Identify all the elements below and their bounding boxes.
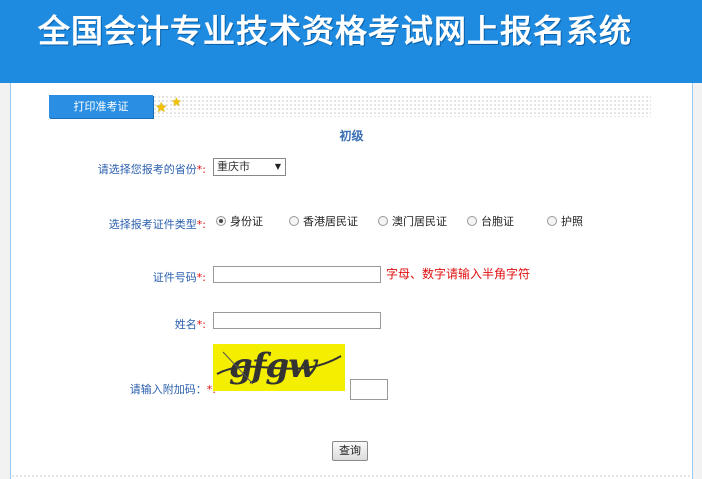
radio-id-card[interactable]: 身份证 <box>216 213 263 231</box>
required-mark: *: <box>196 163 206 176</box>
header-banner: 全国会计专业技术资格考试网上报名系统 <box>0 0 702 83</box>
star-icon: ★ <box>155 100 168 116</box>
radio-passport[interactable]: 护照 <box>547 213 583 231</box>
radio-icon[interactable] <box>378 216 388 226</box>
captcha-noise <box>216 351 342 385</box>
radio-label: 护照 <box>561 215 583 228</box>
query-button[interactable]: 查询 <box>332 441 368 461</box>
radio-label: 澳门居民证 <box>392 215 447 228</box>
radio-icon[interactable] <box>467 216 477 226</box>
province-select[interactable]: 重庆市 ▼ <box>213 158 286 176</box>
province-label-text: 请选择您报考的省份 <box>97 163 197 176</box>
bottom-divider <box>11 474 692 479</box>
system-title: 全国会计专业技术资格考试网上报名系统 <box>38 12 633 50</box>
id-number-hint: 字母、数字请输入半角字符 <box>386 267 531 281</box>
radio-label: 香港居民证 <box>303 215 358 228</box>
chevron-down-icon: ▼ <box>274 162 281 171</box>
id-type-label: 选择报考证件类型*: <box>109 216 206 232</box>
id-number-label: 证件号码*: <box>153 269 206 285</box>
id-type-label-text: 选择报考证件类型 <box>108 218 197 231</box>
radio-label: 身份证 <box>230 215 263 228</box>
tab-print-admission-ticket[interactable]: 打印准考证 <box>49 95 153 118</box>
radio-macau-resident[interactable]: 澳门居民证 <box>378 213 447 231</box>
captcha-input[interactable] <box>350 379 388 400</box>
province-label: 请选择您报考的省份*: <box>98 161 206 177</box>
required-mark: *: <box>196 271 206 284</box>
name-label: 姓名*: <box>175 316 206 332</box>
radio-icon[interactable] <box>216 216 226 226</box>
captcha-label-text: 请输入附加码： <box>129 383 207 396</box>
radio-hongkong-resident[interactable]: 香港居民证 <box>289 213 358 231</box>
captcha-label: 请输入附加码：*: <box>130 381 216 397</box>
required-mark: *: <box>196 318 206 331</box>
province-selected-value: 重庆市 <box>217 160 250 173</box>
radio-taiwan-compatriot[interactable]: 台胞证 <box>467 213 514 231</box>
exam-level-title: 初级 <box>339 129 364 143</box>
id-number-label-text: 证件号码 <box>152 271 197 284</box>
captcha-image[interactable]: gfgw <box>213 344 345 391</box>
main-panel: 打印准考证 ★ ★ 初级 请选择您报考的省份*: 重庆市 ▼ 选择报考证件类型*… <box>10 83 693 479</box>
radio-icon[interactable] <box>547 216 557 226</box>
required-mark: *: <box>196 218 206 231</box>
tab-bar: 打印准考证 ★ ★ <box>49 95 651 118</box>
radio-icon[interactable] <box>289 216 299 226</box>
radio-label: 台胞证 <box>481 215 514 228</box>
name-input[interactable] <box>213 312 381 329</box>
name-label-text: 姓名 <box>174 318 197 331</box>
id-number-input[interactable] <box>213 266 381 283</box>
star-icon: ★ <box>171 95 182 109</box>
